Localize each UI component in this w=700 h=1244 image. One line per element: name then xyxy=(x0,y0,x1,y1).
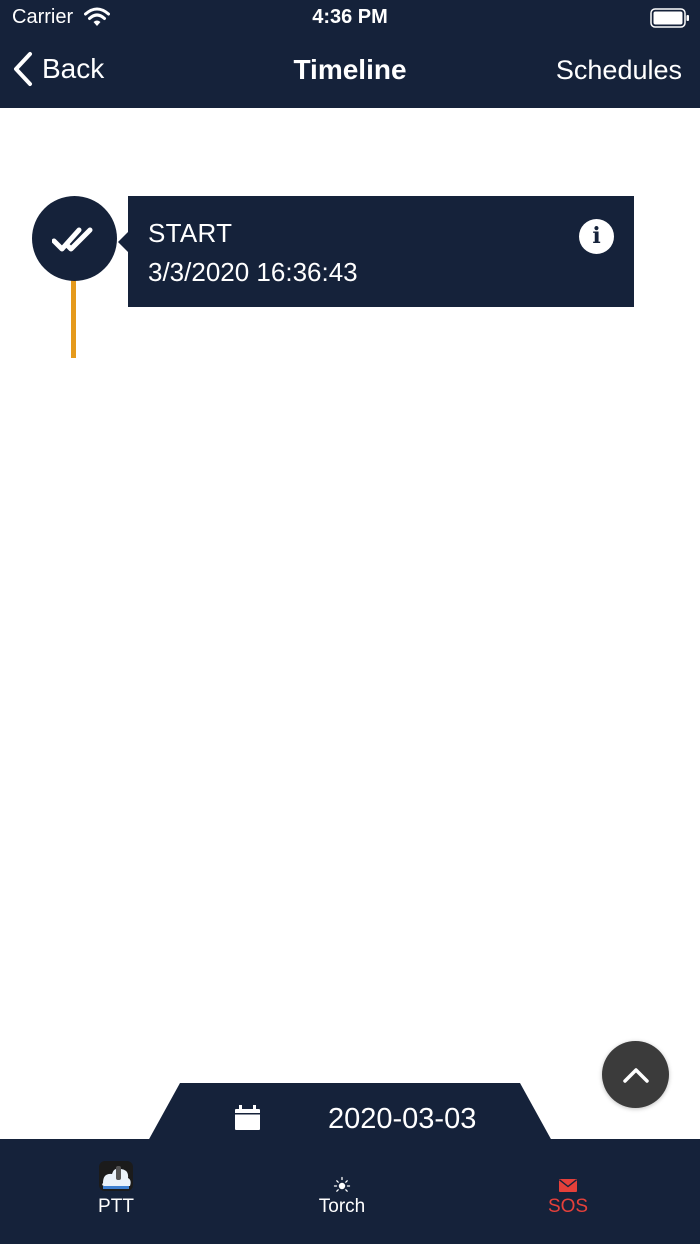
status-bar: Carrier 4:36 PM xyxy=(0,0,700,34)
status-time: 4:36 PM xyxy=(312,6,388,28)
tab-torch[interactable]: Torch xyxy=(272,1139,412,1244)
event-title: START xyxy=(148,218,233,248)
schedules-button[interactable]: Schedules xyxy=(556,55,682,86)
info-icon[interactable]: i xyxy=(579,219,614,254)
envelope-icon xyxy=(559,1179,577,1192)
bottom-tab-bar: PTT Torch SOS xyxy=(0,1139,700,1244)
app-header: Carrier 4:36 PM Back Timeline Schedules xyxy=(0,0,700,108)
back-label: Back xyxy=(42,53,105,84)
sun-icon xyxy=(333,1176,351,1192)
event-timestamp: 3/3/2020 16:36:43 xyxy=(148,257,358,287)
navigation-bar: Back Timeline Schedules xyxy=(0,34,700,108)
tab-ptt-label: PTT xyxy=(98,1196,134,1217)
battery-icon xyxy=(650,8,689,28)
ptt-app-icon xyxy=(99,1161,133,1191)
chevron-up-icon xyxy=(622,1067,649,1083)
scroll-to-top-button[interactable] xyxy=(602,1041,669,1108)
tab-sos-label: SOS xyxy=(547,1196,589,1217)
tab-sos[interactable]: SOS xyxy=(498,1139,638,1244)
calendar-icon[interactable] xyxy=(234,1105,261,1131)
double-check-icon xyxy=(51,227,92,251)
timeline-node xyxy=(32,196,117,281)
chevron-left-icon xyxy=(14,52,32,86)
tab-torch-label: Torch xyxy=(318,1196,366,1217)
timeline-event-card[interactable]: START 3/3/2020 16:36:43 i xyxy=(118,196,634,307)
date-selector[interactable]: 2020-03-03 xyxy=(148,1083,552,1141)
tab-ptt[interactable]: PTT xyxy=(46,1139,186,1244)
back-button[interactable]: Back xyxy=(12,49,104,89)
selected-date[interactable]: 2020-03-03 xyxy=(328,1103,476,1136)
timeline-connector xyxy=(71,270,76,358)
